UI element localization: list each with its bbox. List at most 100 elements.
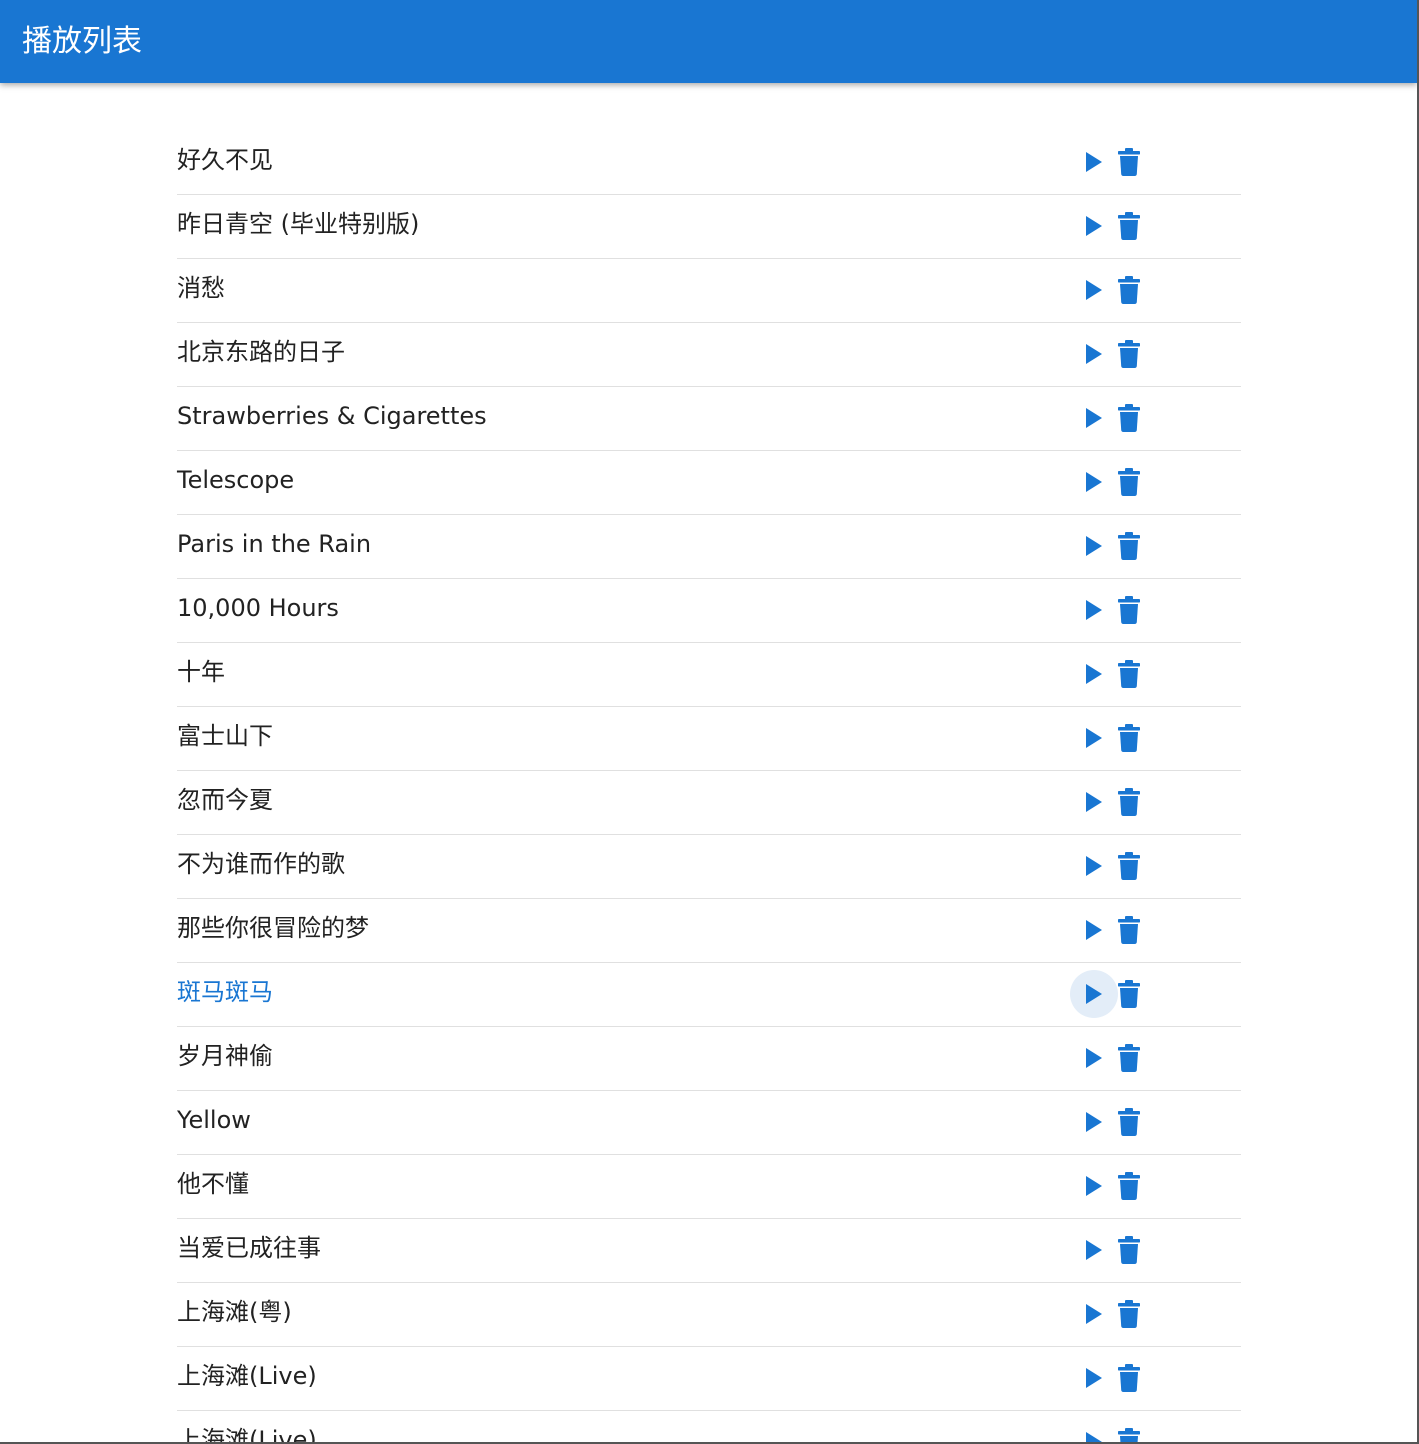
- song-title: 10,000 Hours: [177, 594, 339, 622]
- play-arrow-icon: [1086, 600, 1102, 620]
- song-title: Paris in the Rain: [177, 530, 372, 558]
- play-button[interactable]: [1070, 138, 1118, 186]
- delete-button[interactable]: [1112, 586, 1146, 634]
- trash-can-icon: [1118, 660, 1140, 688]
- play-button[interactable]: [1070, 522, 1118, 570]
- play-button[interactable]: [1070, 650, 1118, 698]
- play-button[interactable]: [1070, 714, 1118, 762]
- playlist-item[interactable]: 消愁: [177, 259, 1241, 323]
- play-arrow-icon: [1086, 1304, 1102, 1324]
- delete-button[interactable]: [1112, 138, 1146, 186]
- playlist-item[interactable]: 好久不见: [177, 131, 1241, 195]
- trash-can-icon: [1118, 788, 1140, 816]
- play-button[interactable]: [1070, 586, 1118, 634]
- play-arrow-icon: [1086, 856, 1102, 876]
- playlist-item[interactable]: 忽而今夏: [177, 771, 1241, 835]
- delete-button[interactable]: [1112, 458, 1146, 506]
- play-button[interactable]: [1070, 458, 1118, 506]
- playlist-item[interactable]: 岁月神偷: [177, 1027, 1241, 1091]
- song-title: 斑马斑马: [177, 978, 273, 1006]
- trash-can-icon: [1118, 724, 1140, 752]
- play-arrow-icon: [1086, 536, 1102, 556]
- play-arrow-icon: [1086, 664, 1102, 684]
- play-arrow-icon: [1086, 1176, 1102, 1196]
- trash-can-icon: [1118, 404, 1140, 432]
- play-button[interactable]: [1070, 970, 1118, 1018]
- delete-button[interactable]: [1112, 1290, 1146, 1338]
- playlist-item[interactable]: 他不懂: [177, 1155, 1241, 1219]
- playlist-item[interactable]: 当爱已成往事: [177, 1219, 1241, 1283]
- delete-button[interactable]: [1112, 906, 1146, 954]
- playlist-item[interactable]: 上海滩(Live): [177, 1347, 1241, 1411]
- play-button[interactable]: [1070, 1162, 1118, 1210]
- trash-can-icon: [1118, 340, 1140, 368]
- playlist-item[interactable]: 那些你很冒险的梦: [177, 899, 1241, 963]
- delete-button[interactable]: [1112, 330, 1146, 378]
- playlist-item[interactable]: 上海滩(Live): [177, 1411, 1241, 1442]
- delete-button[interactable]: [1112, 970, 1146, 1018]
- trash-can-icon: [1118, 276, 1140, 304]
- play-arrow-icon: [1086, 792, 1102, 812]
- play-arrow-icon: [1086, 984, 1102, 1004]
- play-button[interactable]: [1070, 1290, 1118, 1338]
- play-button[interactable]: [1070, 1226, 1118, 1274]
- play-button[interactable]: [1070, 394, 1118, 442]
- play-button[interactable]: [1070, 1098, 1118, 1146]
- play-arrow-icon: [1086, 472, 1102, 492]
- play-button[interactable]: [1070, 202, 1118, 250]
- delete-button[interactable]: [1112, 1418, 1146, 1442]
- play-arrow-icon: [1086, 216, 1102, 236]
- playlist-item[interactable]: 北京东路的日子: [177, 323, 1241, 387]
- song-title: 昨日青空 (毕业特别版): [177, 210, 420, 238]
- trash-can-icon: [1118, 1300, 1140, 1328]
- playlist-item[interactable]: 斑马斑马: [177, 963, 1241, 1027]
- play-button[interactable]: [1070, 1354, 1118, 1402]
- trash-can-icon: [1118, 212, 1140, 240]
- trash-can-icon: [1118, 148, 1140, 176]
- song-title: 忽而今夏: [177, 786, 273, 814]
- delete-button[interactable]: [1112, 522, 1146, 570]
- page-title: 播放列表: [22, 24, 142, 59]
- playlist-item[interactable]: Telescope: [177, 451, 1241, 515]
- playlist-item[interactable]: 不为谁而作的歌: [177, 835, 1241, 899]
- play-button[interactable]: [1070, 330, 1118, 378]
- delete-button[interactable]: [1112, 266, 1146, 314]
- song-title: 当爱已成往事: [177, 1234, 321, 1262]
- trash-can-icon: [1118, 1364, 1140, 1392]
- delete-button[interactable]: [1112, 1098, 1146, 1146]
- play-arrow-icon: [1086, 1368, 1102, 1388]
- playlist-item[interactable]: Paris in the Rain: [177, 515, 1241, 579]
- delete-button[interactable]: [1112, 842, 1146, 890]
- song-title: 他不懂: [177, 1170, 249, 1198]
- trash-can-icon: [1118, 596, 1140, 624]
- playlist-item[interactable]: Strawberries & Cigarettes: [177, 387, 1241, 451]
- app-bar: 播放列表: [0, 0, 1417, 83]
- delete-button[interactable]: [1112, 202, 1146, 250]
- play-button[interactable]: [1070, 778, 1118, 826]
- play-arrow-icon: [1086, 920, 1102, 940]
- playlist-item[interactable]: 十年: [177, 643, 1241, 707]
- play-button[interactable]: [1070, 266, 1118, 314]
- delete-button[interactable]: [1112, 1162, 1146, 1210]
- playlist-item[interactable]: 10,000 Hours: [177, 579, 1241, 643]
- play-arrow-icon: [1086, 1048, 1102, 1068]
- song-title: 十年: [177, 658, 225, 686]
- delete-button[interactable]: [1112, 714, 1146, 762]
- play-button[interactable]: [1070, 1418, 1118, 1442]
- delete-button[interactable]: [1112, 1226, 1146, 1274]
- play-button[interactable]: [1070, 842, 1118, 890]
- playlist-item[interactable]: 富士山下: [177, 707, 1241, 771]
- play-button[interactable]: [1070, 1034, 1118, 1082]
- playlist-item[interactable]: 昨日青空 (毕业特别版): [177, 195, 1241, 259]
- delete-button[interactable]: [1112, 1034, 1146, 1082]
- playlist: 好久不见 昨日青空 (毕业特别版) 消愁 北京东路的日子 Strawberrie…: [177, 131, 1241, 1442]
- delete-button[interactable]: [1112, 650, 1146, 698]
- play-button[interactable]: [1070, 906, 1118, 954]
- playlist-content[interactable]: 好久不见 昨日青空 (毕业特别版) 消愁 北京东路的日子 Strawberrie…: [0, 83, 1417, 1442]
- playlist-item[interactable]: Yellow: [177, 1091, 1241, 1155]
- delete-button[interactable]: [1112, 1354, 1146, 1402]
- play-arrow-icon: [1086, 344, 1102, 364]
- delete-button[interactable]: [1112, 394, 1146, 442]
- delete-button[interactable]: [1112, 778, 1146, 826]
- playlist-item[interactable]: 上海滩(粤): [177, 1283, 1241, 1347]
